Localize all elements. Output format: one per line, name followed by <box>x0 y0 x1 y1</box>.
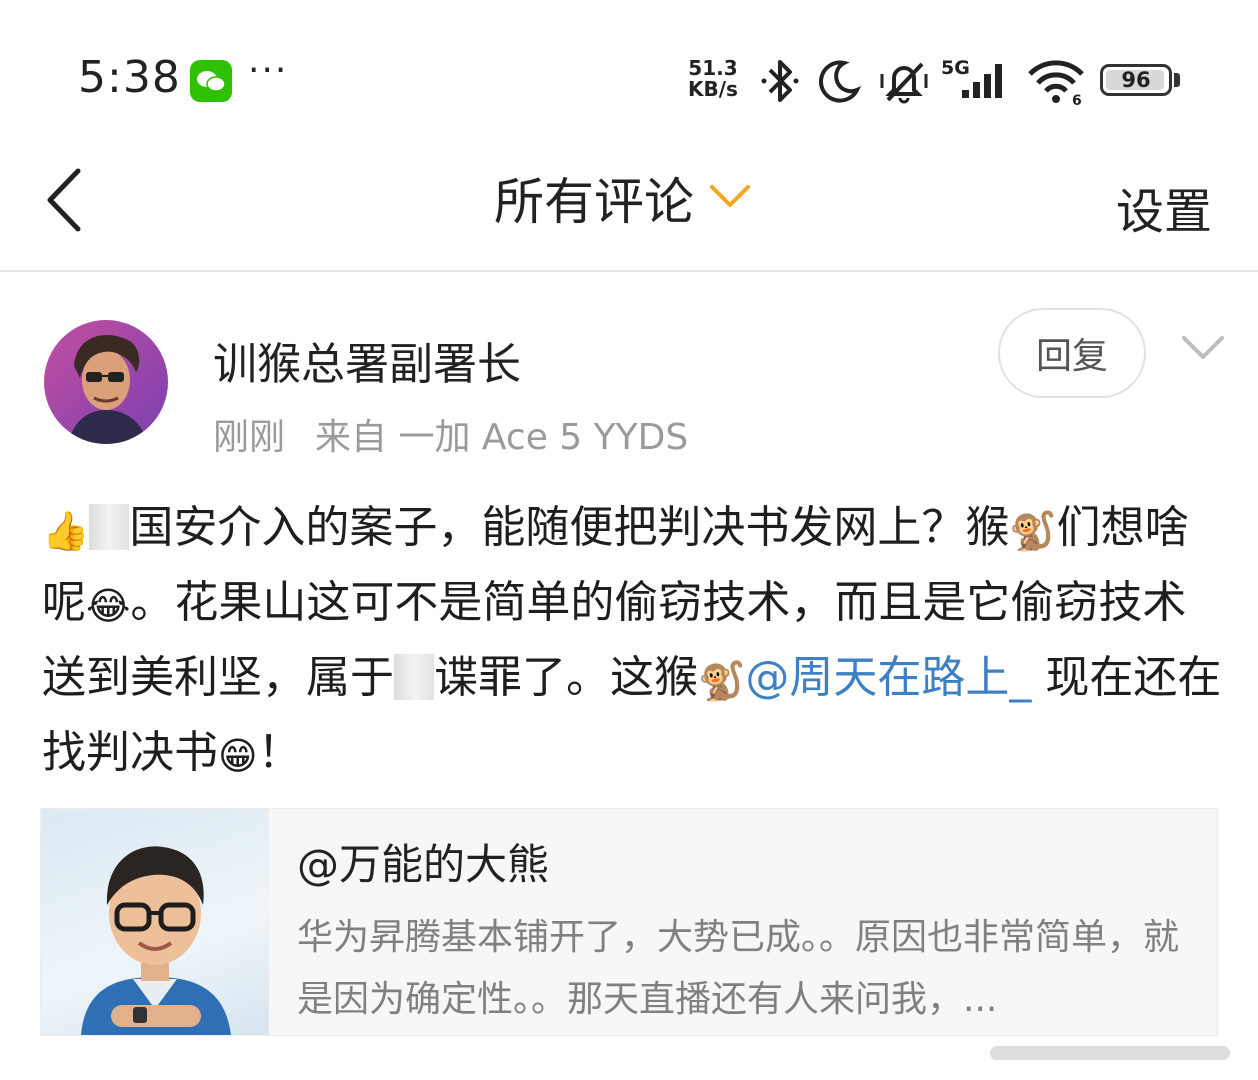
more-notifications-icon: ··· <box>248 50 289 91</box>
redacted-mark <box>394 654 434 700</box>
cellular-signal-icon: 5G <box>940 56 1014 106</box>
quoted-post-card[interactable]: @万能的大熊 华为昇腾基本铺开了，大势已成。。原因也非常简单，就是因为确定性。。… <box>40 808 1218 1036</box>
comment-meta: 刚刚 来自 一加 Ace 5 YYDS <box>213 408 688 460</box>
battery-percent: 96 <box>1121 68 1151 92</box>
nav-bar: 所有评论 设置 <box>0 150 1258 272</box>
comment-source: 来自 一加 Ace 5 YYDS <box>315 417 689 458</box>
home-indicator[interactable] <box>990 1046 1230 1060</box>
comment-username[interactable]: 训猴总署副署长 <box>213 328 521 392</box>
comment-text-segment: 国安介入的案子，能随便把判决书发网上？猴 <box>129 502 1010 553</box>
back-arrow-icon[interactable] <box>40 165 90 239</box>
status-bar: 5:38 ··· 51.3 KB/s 5G 6 96 <box>0 0 1258 150</box>
battery-icon: 96 <box>1100 64 1172 96</box>
wifi-icon: 6 <box>1026 58 1086 110</box>
comment-filter-dropdown[interactable]: 所有评论 <box>494 168 752 231</box>
thumbs-up-emoji-icon: 👍 <box>42 509 90 553</box>
wifi-label: 6 <box>1072 93 1082 106</box>
user-mention-link[interactable]: @周天在路上_ <box>745 652 1031 703</box>
network-speed-value: 51.3 <box>688 56 738 80</box>
page-title: 所有评论 <box>494 173 694 231</box>
expand-chevron-icon[interactable] <box>1180 332 1226 368</box>
silent-bell-icon <box>876 58 932 108</box>
network-speed: 51.3 KB/s <box>688 58 738 100</box>
comment-time: 刚刚 <box>213 417 286 458</box>
avatar[interactable] <box>44 320 168 444</box>
monkey-emoji-icon: 🐒 <box>698 659 746 703</box>
wechat-notification-icon <box>190 60 232 102</box>
reply-button[interactable]: 回复 <box>998 308 1146 398</box>
bluetooth-icon <box>758 58 802 108</box>
do-not-disturb-moon-icon <box>816 58 862 108</box>
battery-tip <box>1174 73 1180 87</box>
quoted-post-author: @万能的大熊 <box>297 840 550 889</box>
chevron-down-icon <box>708 181 752 215</box>
smirk-grin-emoji-icon: 😁 <box>218 734 258 778</box>
comment-text-segment: 谍罪了。这猴 <box>434 652 698 703</box>
redacted-mark <box>89 504 130 550</box>
laughing-crying-emoji-icon: 😂 <box>86 584 131 628</box>
comment-text: 👍 国安介入的案子，能随便把判决书发网上？猴🐒们想啥呢😂。花果山这可不是简单的偷窃… <box>42 490 1222 790</box>
monkey-emoji-icon: 🐒 <box>1009 509 1057 553</box>
quoted-post-text: 华为昇腾基本铺开了，大势已成。。原因也非常简单，就是因为确定性。。那天直播还有人… <box>297 917 1180 1020</box>
status-time: 5:38 <box>78 52 181 103</box>
quoted-post-thumbnail <box>41 809 269 1035</box>
network-speed-unit: KB/s <box>688 77 738 101</box>
comment-text-segment: ！ <box>257 727 302 778</box>
signal-label: 5G <box>941 57 970 79</box>
settings-button[interactable]: 设置 <box>1116 172 1212 242</box>
